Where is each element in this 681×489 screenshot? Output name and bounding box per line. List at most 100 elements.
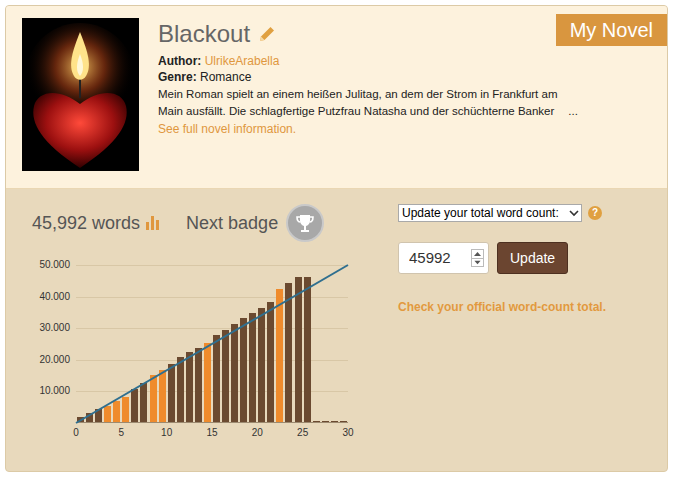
bar-fill xyxy=(322,421,329,422)
genre-label: Genre: xyxy=(158,70,197,84)
down-arrow-icon[interactable] xyxy=(472,258,483,266)
bar-slot xyxy=(266,265,275,422)
description-line: Mein Roman spielt an einem heißen Julita… xyxy=(158,86,578,103)
bar-fill xyxy=(285,283,292,422)
bar-slot xyxy=(221,265,230,422)
bar-slot xyxy=(321,265,330,422)
bar-fill xyxy=(231,324,238,422)
word-chart: 50.00040.00030.00020.00010.000 051015202… xyxy=(32,265,398,439)
novel-details: Blackout Author: UlrikeArabella Genre: R… xyxy=(158,18,578,188)
bar-fill xyxy=(104,406,111,422)
chart-bar[interactable] xyxy=(150,375,157,422)
genre-row: Genre: Romance xyxy=(158,69,578,85)
x-tick: 0 xyxy=(66,427,86,439)
chart-bar[interactable] xyxy=(122,397,129,422)
chart-bar[interactable] xyxy=(131,389,138,422)
official-count-link[interactable]: Check your official word-count total. xyxy=(398,298,658,316)
bar-slot xyxy=(94,265,103,422)
full-info-link[interactable]: See full novel information. xyxy=(158,121,578,137)
bar-slot xyxy=(330,265,339,422)
chart-bar[interactable] xyxy=(113,401,120,422)
bar-fill xyxy=(213,335,220,422)
up-arrow-icon[interactable] xyxy=(472,250,483,258)
bar-slot xyxy=(257,265,266,422)
chart-bar[interactable] xyxy=(340,421,347,422)
bar-slot xyxy=(158,265,167,422)
chart-bar[interactable] xyxy=(331,421,338,422)
chevron-icon xyxy=(569,208,579,218)
bar-fill xyxy=(222,330,229,422)
chart-bar[interactable] xyxy=(186,352,193,422)
chart-bar[interactable] xyxy=(276,289,283,422)
novel-panel: Blackout Author: UlrikeArabella Genre: R… xyxy=(5,5,668,472)
chart-bar[interactable] xyxy=(213,335,220,422)
chart-bar[interactable] xyxy=(249,313,256,422)
chart-bar[interactable] xyxy=(104,406,111,422)
pencil-icon[interactable] xyxy=(258,25,276,43)
description-line: Main ausfällt. Die schlagfertige Putzfra… xyxy=(158,103,554,120)
update-button[interactable]: Update xyxy=(497,242,568,274)
chart-bar[interactable] xyxy=(240,318,247,422)
bar-slot xyxy=(284,265,293,422)
chart-bar[interactable] xyxy=(322,421,329,422)
bar-fill xyxy=(204,343,211,422)
bar-slot xyxy=(76,265,85,422)
bar-slot xyxy=(312,265,321,422)
chart-bar[interactable] xyxy=(231,324,238,422)
chart-bar[interactable] xyxy=(140,383,147,423)
chart-bar[interactable] xyxy=(267,302,274,422)
bar-slot xyxy=(103,265,112,422)
word-count-input[interactable] xyxy=(409,247,471,270)
chart-bar[interactable] xyxy=(159,370,166,422)
help-icon[interactable]: ? xyxy=(588,206,602,220)
chart-bar[interactable] xyxy=(295,277,302,422)
x-tick: 15 xyxy=(202,427,222,439)
bar-slot xyxy=(339,265,348,422)
bar-fill xyxy=(195,348,202,422)
my-novel-tab: My Novel xyxy=(556,14,667,46)
bar-chart-icon[interactable] xyxy=(146,216,160,230)
y-tick: 30.000 xyxy=(32,322,70,334)
chart-bar[interactable] xyxy=(304,277,311,422)
author-link[interactable]: UlrikeArabella xyxy=(205,54,280,68)
chart-bar[interactable] xyxy=(168,364,175,422)
bar-slot xyxy=(130,265,139,422)
bar-fill xyxy=(240,318,247,422)
word-count-field xyxy=(398,242,489,274)
bar-fill xyxy=(150,375,157,422)
bar-slot xyxy=(294,265,303,422)
bar-fill xyxy=(159,370,166,422)
x-tick: 25 xyxy=(293,427,313,439)
description: Mein Roman spielt an einem heißen Julita… xyxy=(158,86,578,120)
y-tick: 50.000 xyxy=(32,259,70,271)
chart-bar[interactable] xyxy=(222,330,229,422)
word-count: 45,992 words xyxy=(32,210,140,237)
ellipsis: ... xyxy=(568,103,578,120)
chart-bar[interactable] xyxy=(258,308,265,422)
bar-slot xyxy=(121,265,130,422)
cover-image[interactable] xyxy=(22,18,139,171)
chart-bar[interactable] xyxy=(313,421,320,422)
bar-slot xyxy=(275,265,284,422)
bar-fill xyxy=(276,289,283,422)
bar-fill xyxy=(313,421,320,422)
bar-fill xyxy=(304,277,311,422)
spinner[interactable] xyxy=(471,249,484,267)
progress-left: 45,992 words Next badge xyxy=(32,204,398,439)
update-select[interactable]: Update your total word count: xyxy=(398,204,582,222)
target-line xyxy=(76,265,348,423)
next-badge-label: Next badge xyxy=(186,210,278,237)
chart-bar[interactable] xyxy=(204,343,211,422)
bar-fill xyxy=(113,401,120,422)
y-axis: 50.00040.00030.00020.00010.000 xyxy=(32,265,76,423)
bar-slot xyxy=(248,265,257,422)
chart-bar[interactable] xyxy=(195,348,202,422)
chart-bar[interactable] xyxy=(285,283,292,422)
y-tick: 40.000 xyxy=(32,291,70,303)
genre-value: Romance xyxy=(200,70,251,84)
chart-bar[interactable] xyxy=(177,357,184,422)
bar-fill xyxy=(177,357,184,422)
bar-fill xyxy=(267,302,274,422)
bar-slot xyxy=(139,265,148,422)
bar-fill xyxy=(249,313,256,422)
